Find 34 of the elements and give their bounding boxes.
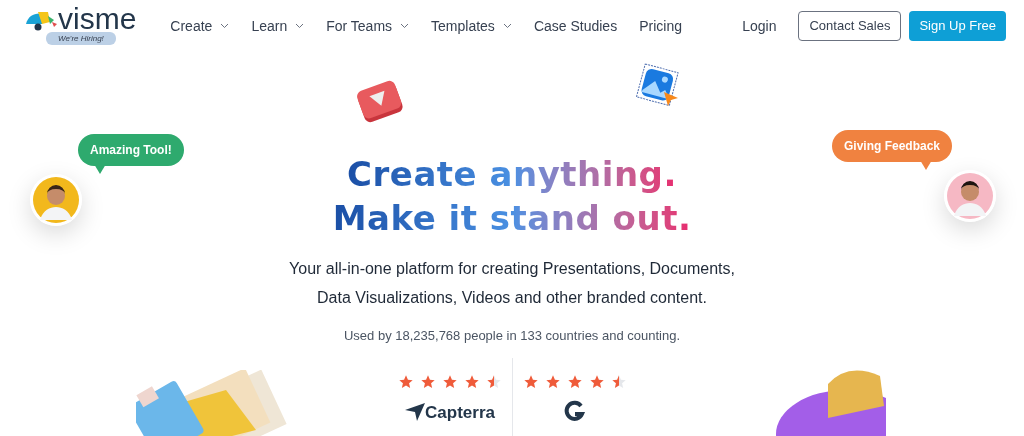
nav-link[interactable]: Case Studies [533, 15, 618, 37]
brand-name[interactable]: visme [58, 3, 137, 34]
star-icon [442, 373, 458, 390]
star-icon [486, 373, 502, 390]
logo-icon [24, 9, 58, 32]
avatar [944, 170, 996, 222]
star-icon [464, 373, 480, 390]
chevron-down-icon [295, 23, 305, 29]
capterra-logo: Capterra [425, 401, 495, 424]
star-icon [566, 373, 583, 390]
avatar [30, 174, 82, 226]
nav-link[interactable]: Create [170, 15, 230, 37]
usage-stat: Used by 18,235,768 people in 133 countries and counting. [343, 327, 681, 345]
star-icon [544, 373, 561, 390]
chevron-down-icon [220, 23, 230, 29]
nav-link[interactable]: Templates [431, 15, 512, 37]
star-icon [588, 373, 605, 390]
star-icon [522, 373, 539, 390]
nav-link[interactable]: Learn [251, 15, 305, 37]
arrow-icon [405, 403, 426, 422]
login-link[interactable]: Login [742, 15, 777, 37]
bubble-tail [94, 164, 106, 174]
star-icon [398, 373, 414, 390]
chevron-down-icon [502, 23, 512, 29]
g2-logo-icon [563, 399, 586, 422]
hero-subtitle: Your all-in-one platform for creating Presentations, Documents, Data Visualizations, Videos and other branded content. [288, 259, 736, 308]
contact-sales-button[interactable]: Contact Sales [798, 11, 902, 41]
nav-link[interactable]: Pricing [639, 15, 682, 37]
bubble-tail [920, 160, 932, 170]
chevron-down-icon [400, 23, 410, 29]
star-icon [610, 373, 627, 390]
hiring-badge[interactable]: We're Hiring! [46, 31, 116, 45]
star-icon [420, 373, 436, 390]
nav-link[interactable]: For Teams [326, 15, 410, 37]
